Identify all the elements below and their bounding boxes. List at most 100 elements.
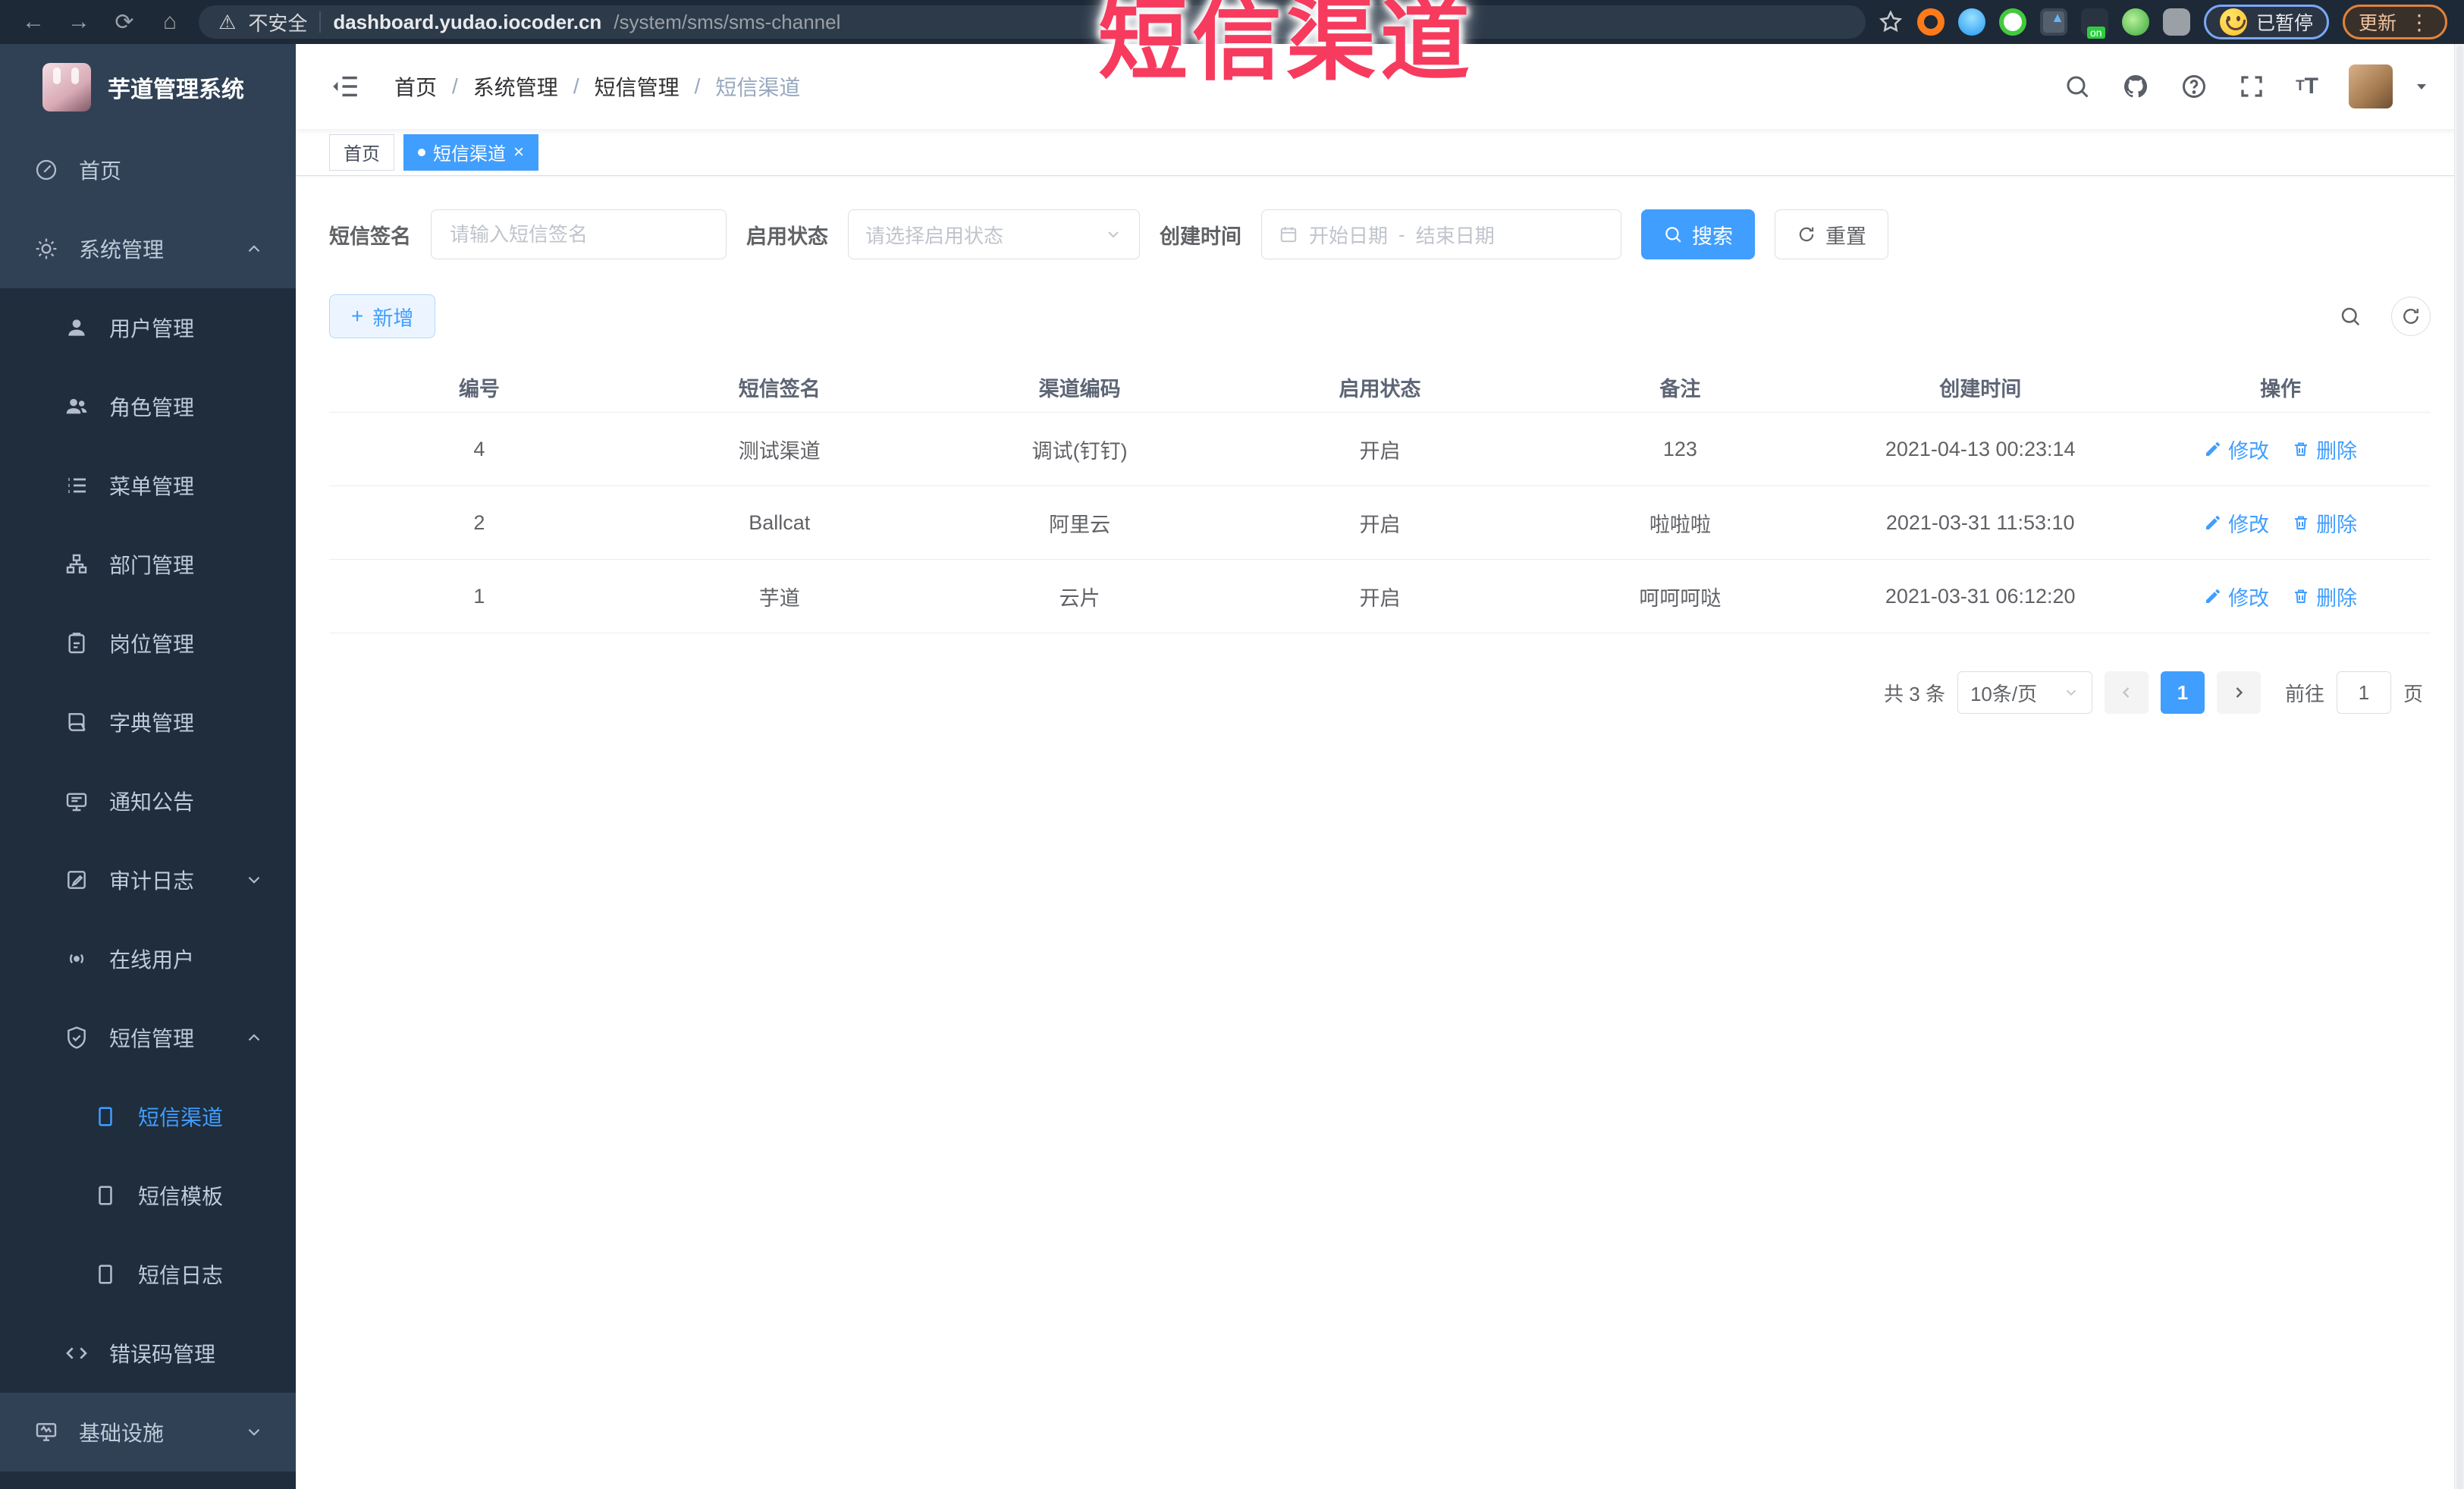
puzzle-icon[interactable] [2162,8,2190,36]
breadcrumb-home[interactable]: 首页 [394,71,437,102]
chevron-up-icon [244,1028,264,1048]
sign-input[interactable] [448,221,709,247]
sidebar: 芋道管理系统 首页 系统管理 用户管理 角色管理 菜单管理 部门管理 岗位管理 … [0,44,296,1489]
security-label[interactable]: 不安全 [248,8,307,36]
app-logo[interactable]: 芋道管理系统 [0,44,296,130]
page-size-select[interactable]: 10条/页 [1957,671,2092,714]
reload-icon[interactable]: ⟳ [108,5,141,39]
cell-id: 1 [473,584,485,608]
sidebar-item-label: 岗位管理 [109,633,195,656]
avatar[interactable] [2349,64,2393,108]
edit-icon [2206,516,2221,529]
cell-create-time: 2021-03-31 06:12:20 [1885,584,2076,608]
col-remark: 备注 [1659,378,1701,401]
sidebar-item-online-users[interactable]: 在线用户 [0,919,296,998]
tab-home[interactable]: 首页 [329,134,394,171]
table-row: 2 Ballcat 阿里云 开启 啦啦啦 2021-03-31 11:53:10… [329,486,2431,560]
sidebar-item-menus[interactable]: 菜单管理 [0,446,296,525]
app-title: 芋道管理系统 [108,77,244,102]
page-number-button[interactable]: 1 [2160,671,2205,714]
sidebar-item-audit-log[interactable]: 审计日志 [0,840,296,919]
breadcrumb-system: 系统管理 [472,76,558,99]
date-range-picker[interactable]: 开始日期 - 结束日期 [1261,209,1621,259]
screen: ← → ⟳ ⌂ ⚠ 不安全 dashboard.yudao.iocoder.cn… [0,0,2464,1489]
tab-sms-channel[interactable]: 短信渠道 × [403,134,539,171]
cell-code: 调试(钉钉) [1031,439,1128,463]
sidebar-item-users[interactable]: 用户管理 [0,288,296,367]
end-date-placeholder: 结束日期 [1415,224,1495,247]
search-button[interactable]: 搜索 [1641,209,1755,259]
cell-remark: 呵呵呵哒 [1639,586,1722,610]
cell-sign: 测试渠道 [738,439,821,463]
help-icon[interactable] [2180,73,2208,100]
close-icon[interactable]: × [513,143,524,162]
toggle-search-icon[interactable] [2331,297,2370,336]
sidebar-item-sms-template[interactable]: 短信模板 [0,1156,296,1235]
chevron-down-icon[interactable] [2412,77,2431,96]
sidebar-item-label: 部门管理 [109,554,195,577]
sidebar-item-error-code[interactable]: 错误码管理 [0,1314,296,1393]
reset-button[interactable]: 重置 [1775,209,1888,259]
bookmark-star-icon[interactable] [1878,9,1904,35]
sidebar-item-notice[interactable]: 通知公告 [0,762,296,840]
sidebar-toggle-icon[interactable] [329,71,361,102]
refresh-table-icon[interactable] [2391,297,2431,336]
extension-icon-green-ring[interactable] [1998,8,2026,36]
delete-link[interactable]: 删除 [2292,435,2357,464]
status-select[interactable]: 请选择启用状态 [848,209,1140,259]
edit-link[interactable]: 修改 [2204,582,2269,611]
edit-link[interactable]: 修改 [2204,508,2269,538]
browser-home-icon[interactable]: ⌂ [153,5,187,39]
col-create-time: 创建时间 [1939,378,2022,401]
cell-sign: 芋道 [758,586,800,610]
sidebar-item-system[interactable]: 系统管理 [0,209,296,288]
edit-icon [2206,589,2221,603]
sidebar-item-home[interactable]: 首页 [0,130,296,209]
sidebar-item-label: 系统管理 [79,238,165,262]
scrollbar-thumb[interactable] [2456,46,2463,1489]
sidebar-item-dict[interactable]: 字典管理 [0,683,296,762]
add-button[interactable]: + 新增 [329,294,436,338]
extension-icon-dark[interactable]: on [2080,8,2108,39]
font-size-icon[interactable]: TT [2296,74,2318,99]
more-icon[interactable]: ⋮ [2409,10,2431,35]
cell-id: 4 [473,437,485,460]
prev-page-button[interactable] [2104,671,2149,714]
profile-chip[interactable]: 已暂停 [2203,5,2329,39]
sidebar-item-infrastructure[interactable]: 基础设施 [0,1393,296,1472]
sidebar-item-sms-log[interactable]: 短信日志 [0,1235,296,1314]
tabs-bar: 首页 短信渠道 × [296,129,2464,176]
search-icon[interactable] [2064,73,2091,100]
delete-link[interactable]: 删除 [2292,582,2357,611]
extension-icon-leaf[interactable] [2121,8,2149,36]
sidebar-item-departments[interactable]: 部门管理 [0,525,296,604]
github-icon[interactable] [2121,72,2150,101]
fullscreen-icon[interactable] [2238,73,2265,100]
sidebar-top: 芋道管理系统 首页 系统管理 [0,44,296,288]
sidebar-item-roles[interactable]: 角色管理 [0,367,296,446]
scrollbar[interactable] [2454,44,2464,1489]
sms-shield-icon [64,1025,89,1051]
url-path[interactable]: /system/sms/sms-channel [614,11,840,34]
sidebar-item-sms-channel[interactable]: 短信渠道 [0,1077,296,1156]
logo-image [42,63,91,112]
sidebar-item-sms[interactable]: 短信管理 [0,998,296,1077]
next-page-button[interactable] [2216,671,2261,714]
add-button-label: 新增 [372,306,414,330]
extension-icon-grid[interactable]: ▲ [2039,8,2067,36]
url-host[interactable]: dashboard.yudao.iocoder.cn [333,11,601,34]
goto-page-input[interactable] [2336,671,2391,714]
page-content: 短信签名 启用状态 请选择启用状态 创建时间 开始日期 - 结束日期 [296,176,2464,747]
extension-icon-blue[interactable] [1957,8,1985,36]
sidebar-item-positions[interactable]: 岗位管理 [0,604,296,683]
update-button[interactable]: 更新 ⋮ [2342,5,2447,39]
home-icon [33,157,59,183]
cell-create-time: 2021-03-31 11:53:10 [1885,510,2075,534]
delete-link[interactable]: 删除 [2292,508,2357,538]
extension-icon-orange[interactable] [1916,8,1945,36]
table-toolbar: + 新增 [329,294,2431,338]
address-bar[interactable]: ⚠ 不安全 dashboard.yudao.iocoder.cn /system… [199,5,1866,39]
back-icon[interactable]: ← [17,5,50,39]
forward-icon[interactable]: → [62,5,96,39]
edit-link[interactable]: 修改 [2204,435,2269,464]
